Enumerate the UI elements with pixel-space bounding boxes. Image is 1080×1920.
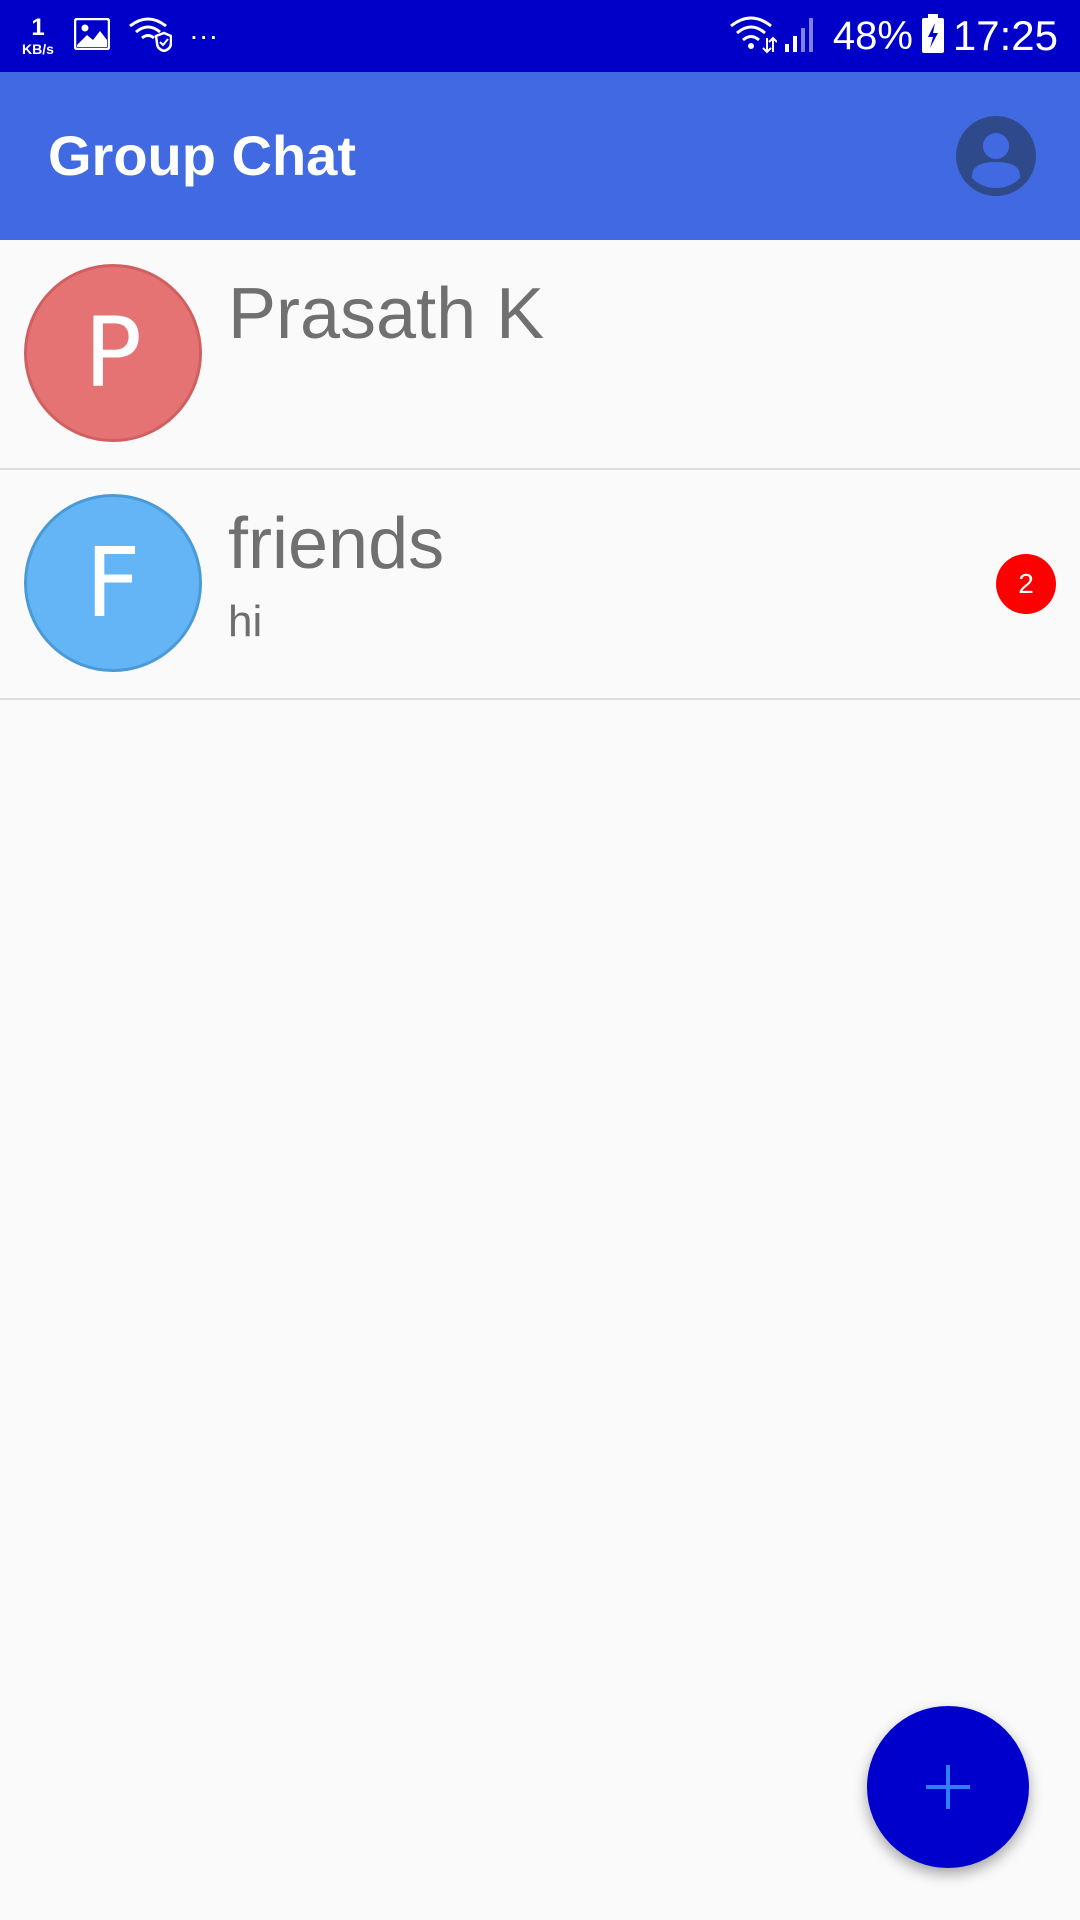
list-item[interactable]: P Prasath K [0, 240, 1080, 470]
app-bar: Group Chat [0, 72, 1080, 240]
wifi-icon [729, 14, 778, 59]
more-notifications-indicator: ... [190, 14, 220, 45]
new-chat-button[interactable] [867, 1706, 1029, 1868]
page-title: Group Chat [48, 124, 356, 187]
screen: 1 KB/s ... 48% 17:25 Group Chat P Prasat… [0, 0, 1080, 1920]
gallery-icon [73, 17, 111, 55]
chat-list: P Prasath K F friends hi 2 [0, 240, 1080, 700]
list-item[interactable]: F friends hi 2 [0, 470, 1080, 700]
chat-name: friends [228, 504, 445, 584]
status-bar: 1 KB/s ... 48% 17:25 [0, 0, 1080, 72]
avatar: P [24, 264, 202, 442]
battery-percentage: 48% [832, 13, 913, 58]
account-button[interactable] [956, 116, 1036, 196]
chat-name: Prasath K [228, 274, 545, 354]
status-right: 48% 17:25 [729, 0, 1058, 72]
network-speed-unit: KB/s [22, 41, 54, 57]
status-left: 1 KB/s ... [16, 0, 219, 72]
wifi-shield-icon [128, 16, 173, 57]
network-speed-indicator: 1 KB/s [16, 14, 60, 57]
avatar-initial: P [84, 297, 142, 409]
network-speed-value: 1 [31, 14, 45, 41]
unread-count-badge: 2 [996, 554, 1056, 614]
plus-icon [926, 1765, 970, 1809]
clock: 17:25 [952, 12, 1058, 59]
last-message: hi [228, 597, 263, 646]
avatar-initial: F [85, 527, 141, 639]
account-circle-icon [956, 116, 1036, 196]
avatar: F [24, 494, 202, 672]
battery-charging-icon [921, 13, 945, 59]
signal-icon [783, 14, 819, 59]
